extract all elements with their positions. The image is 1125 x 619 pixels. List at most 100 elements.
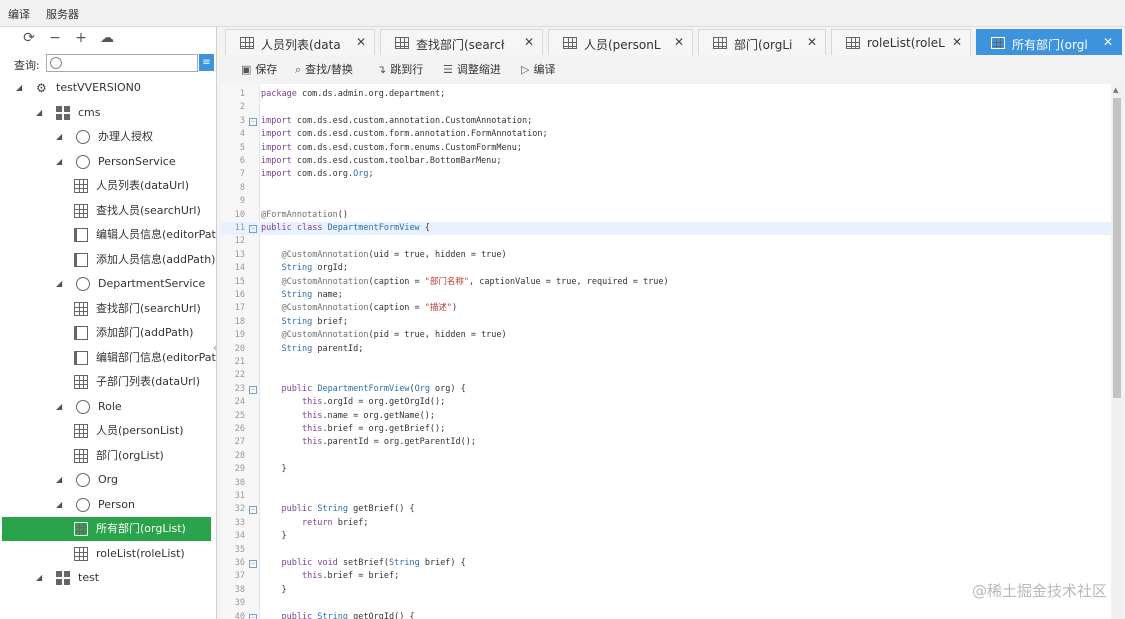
- tree-expand-arrow-icon[interactable]: ◢: [56, 396, 62, 418]
- tree-item[interactable]: ◢ 办理人授权: [0, 126, 216, 148]
- code-line[interactable]: 16 String name;: [221, 289, 1111, 302]
- fold-toggle-icon[interactable]: −: [249, 613, 257, 619]
- tree-item[interactable]: 人员列表(dataUrl): [0, 175, 216, 197]
- menu-compile[interactable]: 编译: [8, 6, 30, 22]
- tree-item[interactable]: 添加人员信息(addPath): [0, 249, 216, 271]
- tree-item[interactable]: 查找部门(searchUrl): [0, 298, 216, 320]
- code-line[interactable]: 28: [221, 450, 1111, 463]
- tree-expand-arrow-icon[interactable]: ◢: [56, 151, 62, 173]
- tree-item[interactable]: 编辑部门信息(editorPat: [0, 347, 216, 369]
- indent-button[interactable]: ☰ 调整缩进: [443, 61, 501, 77]
- editor-tab[interactable]: 人员列表(data ✕: [225, 29, 375, 55]
- tree-item[interactable]: ◢ PersonService: [0, 151, 216, 173]
- tree-expand-arrow-icon[interactable]: ◢: [16, 77, 22, 99]
- tree-expand-arrow-icon[interactable]: ◢: [56, 469, 62, 491]
- tree-expand-arrow-icon[interactable]: ◢: [36, 567, 42, 589]
- code-line[interactable]: 33 return brief;: [221, 517, 1111, 530]
- code-line[interactable]: 9: [221, 195, 1111, 208]
- code-line[interactable]: 11− public class DepartmentFormView {: [221, 222, 1111, 236]
- code-line[interactable]: 18 String brief;: [221, 316, 1111, 329]
- fold-toggle-icon[interactable]: −: [249, 385, 257, 394]
- tree-item[interactable]: 部门(orgList): [0, 445, 216, 467]
- tree-item[interactable]: 添加部门(addPath): [0, 322, 216, 344]
- scroll-up-icon[interactable]: ▲: [1113, 86, 1118, 94]
- editor-tab[interactable]: 查找部门(searcł ✕: [380, 29, 543, 55]
- tree-expand-arrow-icon[interactable]: ◢: [56, 273, 62, 295]
- code-line[interactable]: 17 @CustomAnnotation(caption = "描述"): [221, 302, 1111, 315]
- close-tab-icon[interactable]: ✕: [524, 35, 534, 49]
- code-line[interactable]: 5 import com.ds.esd.custom.form.enums.Cus…: [221, 142, 1111, 155]
- tree-item[interactable]: 人员(personList): [0, 420, 216, 442]
- code-line[interactable]: 21: [221, 356, 1111, 369]
- tree-item[interactable]: ◢ test: [0, 567, 216, 589]
- editor-tab[interactable]: 所有部门(orgl ✕: [976, 29, 1122, 55]
- vertical-scrollbar[interactable]: ▲: [1111, 84, 1123, 619]
- tree-item[interactable]: 子部门列表(dataUrl): [0, 371, 216, 393]
- fold-toggle-icon[interactable]: −: [249, 117, 257, 126]
- code-line[interactable]: 23− public DepartmentFormView(Org org) {: [221, 383, 1111, 396]
- code-line[interactable]: 24 this.orgId = org.getOrgId();: [221, 396, 1111, 409]
- code-line[interactable]: 34 }: [221, 530, 1111, 543]
- scrollbar-thumb[interactable]: [1113, 98, 1121, 398]
- code-line[interactable]: 40− public String getOrgId() {: [221, 611, 1111, 619]
- code-line[interactable]: 20 String parentId;: [221, 343, 1111, 356]
- code-line[interactable]: 25 this.name = org.getName();: [221, 410, 1111, 423]
- code-line[interactable]: 3− import com.ds.esd.custom.annotation.Cu…: [221, 115, 1111, 128]
- code-line[interactable]: 36− public void setBrief(String brief) {: [221, 557, 1111, 570]
- code-editor[interactable]: 1 package com.ds.admin.org.department; 2 3−…: [221, 84, 1111, 619]
- close-tab-icon[interactable]: ✕: [807, 35, 817, 49]
- editor-tab[interactable]: roleList(roleL ✕: [831, 29, 971, 55]
- find-replace-button[interactable]: ⌕ 查找/替换: [295, 61, 353, 77]
- tree-item[interactable]: 查找人员(searchUrl): [0, 200, 216, 222]
- code-line[interactable]: 32− public String getBrief() {: [221, 503, 1111, 516]
- menu-server[interactable]: 服务器: [46, 6, 79, 22]
- tree-item[interactable]: ◢ Org: [0, 469, 216, 491]
- close-tab-icon[interactable]: ✕: [1103, 35, 1113, 49]
- plus-icon[interactable]: +: [72, 29, 90, 47]
- refresh-icon[interactable]: ⟳: [20, 29, 38, 47]
- compile-button[interactable]: ▷ 编译: [521, 61, 555, 77]
- code-line[interactable]: 14 String orgId;: [221, 262, 1111, 275]
- code-line[interactable]: 30: [221, 477, 1111, 490]
- tree-item[interactable]: ◢ ⚙ testVVERSION0: [0, 77, 216, 99]
- editor-tab[interactable]: 人员(personL ✕: [548, 29, 693, 55]
- fold-toggle-icon[interactable]: −: [249, 506, 257, 515]
- cloud-upload-icon[interactable]: ☁: [98, 29, 116, 47]
- code-line[interactable]: 35: [221, 544, 1111, 557]
- close-tab-icon[interactable]: ✕: [356, 35, 366, 49]
- code-line[interactable]: 15 @CustomAnnotation(caption = "部门名称", c…: [221, 276, 1111, 289]
- code-line[interactable]: 12: [221, 235, 1111, 248]
- search-input[interactable]: [46, 54, 198, 72]
- editor-tab[interactable]: 部门(orgLi ✕: [698, 29, 826, 55]
- code-line[interactable]: 6 import com.ds.esd.custom.toolbar.Bottom…: [221, 155, 1111, 168]
- save-button[interactable]: ▣ 保存: [241, 61, 277, 77]
- tree-item[interactable]: ◢ DepartmentService: [0, 273, 216, 295]
- tree-item[interactable]: ◢ Role: [0, 396, 216, 418]
- code-line[interactable]: 31: [221, 490, 1111, 503]
- search-button[interactable]: ≡: [199, 54, 214, 71]
- tree-item[interactable]: 所有部门(orgList): [0, 518, 216, 540]
- close-tab-icon[interactable]: ✕: [674, 35, 684, 49]
- code-line[interactable]: 2: [221, 101, 1111, 114]
- code-line[interactable]: 22: [221, 369, 1111, 382]
- code-line[interactable]: 19 @CustomAnnotation(pid = true, hidden …: [221, 329, 1111, 342]
- code-line[interactable]: 29 }: [221, 463, 1111, 476]
- tree-expand-arrow-icon[interactable]: ◢: [56, 126, 62, 148]
- code-line[interactable]: 8: [221, 182, 1111, 195]
- code-line[interactable]: 13 @CustomAnnotation(uid = true, hidden …: [221, 249, 1111, 262]
- code-line[interactable]: 26 this.brief = org.getBrief();: [221, 423, 1111, 436]
- fold-toggle-icon[interactable]: −: [249, 560, 257, 568]
- code-line[interactable]: 1 package com.ds.admin.org.department;: [221, 88, 1111, 101]
- tree-item[interactable]: ◢ Person: [0, 494, 216, 516]
- code-line[interactable]: 4 import com.ds.esd.custom.form.annotatio…: [221, 128, 1111, 141]
- tree-expand-arrow-icon[interactable]: ◢: [56, 494, 62, 516]
- code-line[interactable]: 27 this.parentId = org.getParentId();: [221, 436, 1111, 449]
- close-tab-icon[interactable]: ✕: [952, 35, 962, 49]
- tree-item[interactable]: roleList(roleList): [0, 543, 216, 565]
- code-line[interactable]: 10 @FormAnnotation(): [221, 209, 1111, 222]
- tree-item[interactable]: ◢ cms: [0, 102, 216, 124]
- tree-expand-arrow-icon[interactable]: ◢: [36, 102, 42, 124]
- code-line[interactable]: 7 import com.ds.org.Org;: [221, 168, 1111, 181]
- goto-line-button[interactable]: ↴ 跳到行: [377, 61, 423, 77]
- minus-icon[interactable]: −: [46, 29, 64, 47]
